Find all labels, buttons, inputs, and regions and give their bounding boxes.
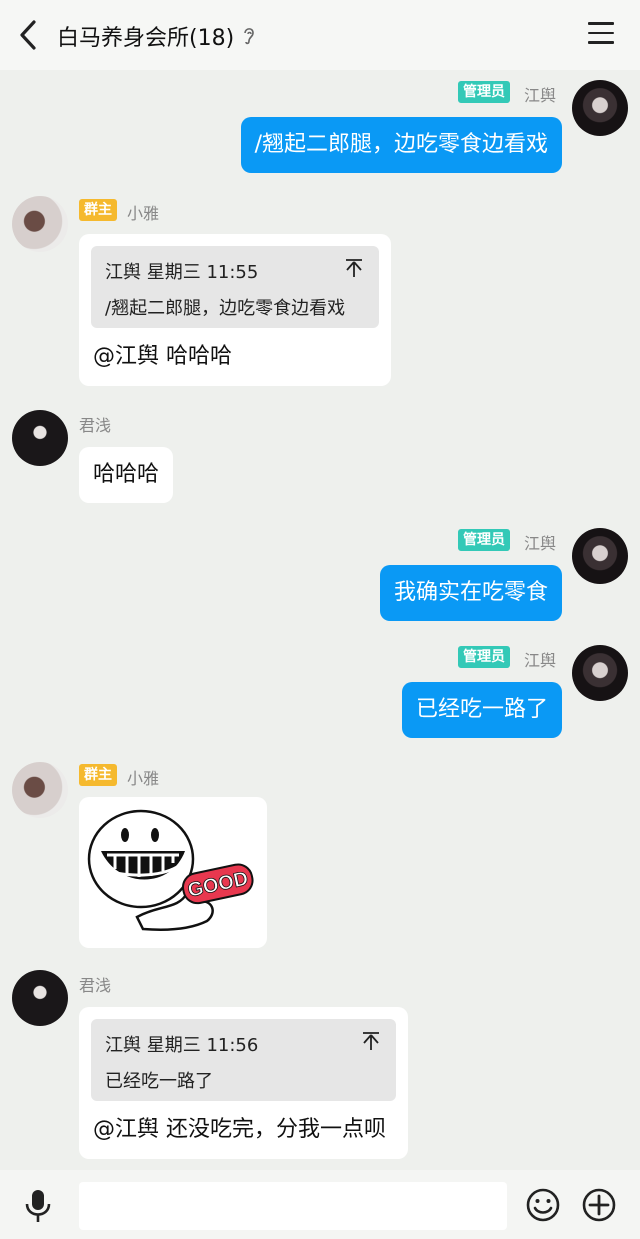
avatar[interactable] [12,970,68,1026]
chat-header: 白马养身会所(18) [0,0,640,70]
sticker-message[interactable]: GOOD [79,797,267,948]
sender-name: 江舆 [524,651,557,670]
admin-badge: 管理员 [458,646,510,668]
message-bubble[interactable]: 哈哈哈 [79,447,174,503]
sender-name: 君浅 [79,416,112,435]
thumbs-up-sticker-icon: GOOD [87,809,254,931]
sender-name: 江舆 [524,534,557,553]
ear-icon [244,28,254,45]
group-name: 白马养身会所(18) [57,26,235,51]
avatar[interactable] [572,528,628,584]
quote-text: /翘起二郎腿，边吃零食边看戏 [105,298,346,319]
message-input[interactable] [79,1182,507,1230]
quote-header: 江舆 星期三 11:55 [105,262,259,283]
input-bar [0,1170,640,1239]
reply-text: @江舆 还没吃完，分我一点呗 [93,1117,386,1142]
sender-name: 君浅 [79,976,112,995]
sender-name: 小雅 [127,769,160,788]
jump-to-original-icon[interactable] [345,258,363,278]
quoted-message[interactable]: 江舆 星期三 11:55 /翘起二郎腿，边吃零食边看戏 [91,246,379,328]
jump-to-original-icon[interactable] [362,1031,380,1051]
sender-name: 江舆 [524,86,557,105]
avatar[interactable] [572,80,628,136]
back-arrow-icon[interactable] [14,18,44,52]
message-bubble[interactable]: /翘起二郎腿，边吃零食边看戏 [240,117,562,173]
sender-name: 小雅 [127,204,160,223]
avatar[interactable] [12,762,68,818]
microphone-icon[interactable] [24,1188,52,1224]
avatar[interactable] [572,645,628,701]
add-more-icon[interactable] [581,1187,617,1223]
quote-header: 江舆 星期三 11:56 [105,1035,259,1056]
quoted-message[interactable]: 江舆 星期三 11:56 已经吃一路了 [91,1019,396,1101]
owner-badge: 群主 [79,764,117,786]
admin-badge: 管理员 [458,81,510,103]
quote-reply-bubble[interactable]: 江舆 星期三 11:56 已经吃一路了 @江舆 还没吃完，分我一点呗 [79,1007,408,1159]
owner-badge: 群主 [79,199,117,221]
avatar[interactable] [12,410,68,466]
message-bubble[interactable]: 已经吃一路了 [401,682,562,738]
message-bubble[interactable]: 我确实在吃零食 [379,565,562,621]
quote-text: 已经吃一路了 [105,1071,213,1092]
admin-badge: 管理员 [458,529,510,551]
emoji-icon[interactable] [525,1187,561,1223]
menu-icon[interactable] [588,22,614,44]
avatar[interactable] [12,196,68,252]
reply-text: @江舆 哈哈哈 [93,344,232,369]
chat-title: 白马养身会所(18) [57,20,256,52]
quote-reply-bubble[interactable]: 江舆 星期三 11:55 /翘起二郎腿，边吃零食边看戏 @江舆 哈哈哈 [79,234,391,386]
